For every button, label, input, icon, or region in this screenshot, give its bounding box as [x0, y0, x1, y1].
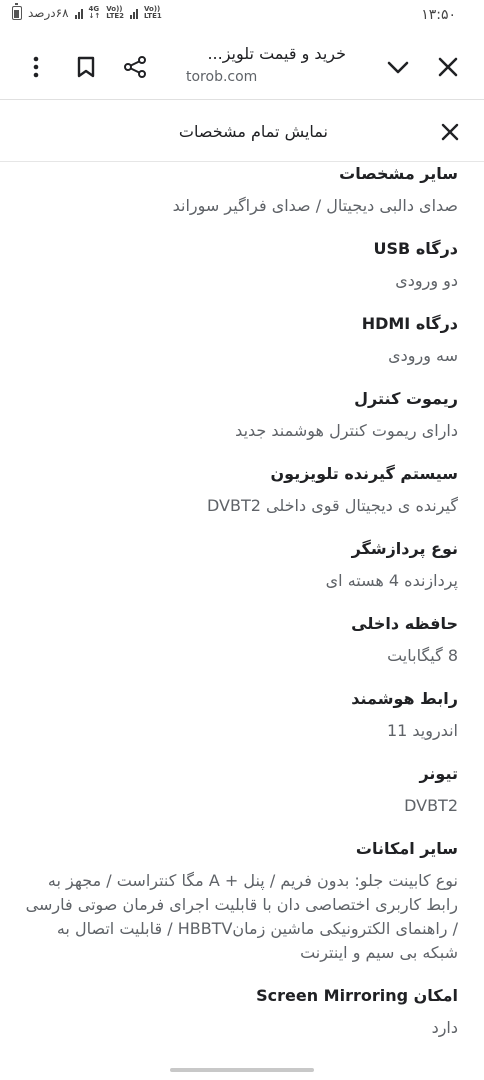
spec-label: ریموت کنترل	[354, 389, 458, 408]
bookmark-icon[interactable]	[68, 49, 104, 85]
spec-item: رابط هوشمند اندروید 11	[0, 687, 484, 743]
spec-label: درگاه USB	[373, 239, 458, 258]
spec-value: گیرنده ی دیجیتال قوی داخلی DVBT2	[207, 496, 458, 515]
spec-item: سیستم گیرنده تلویزیون گیرنده ی دیجیتال ق…	[0, 462, 484, 518]
status-bar: ۶۸درصد 4G ↓↑ Vo)) LTE2 Vo)) LTE1 ۱۳:۵۰	[0, 0, 484, 34]
status-left: ۶۸درصد 4G ↓↑ Vo)) LTE2 Vo)) LTE1	[12, 3, 162, 20]
spec-item: حافظه داخلی 8 گیگابایت	[0, 612, 484, 668]
spec-label: سیستم گیرنده تلویزیون	[270, 464, 458, 483]
more-vert-icon[interactable]	[18, 49, 54, 85]
specs-list: سایر مشخصات صدای دالبی دیجیتال / صدای فر…	[0, 162, 484, 1059]
spec-item: سایر امکانات نوع کابینت جلو: بدون فریم /…	[0, 837, 484, 965]
spec-item: سایر مشخصات صدای دالبی دیجیتال / صدای فر…	[0, 162, 484, 218]
spec-label: رابط هوشمند	[351, 689, 458, 708]
signal-icon	[130, 8, 138, 19]
spec-item: نوع پردازشگر پردازنده 4 هسته ای	[0, 537, 484, 593]
spec-item: درگاه USB دو ورودی	[0, 237, 484, 293]
close-icon[interactable]	[430, 49, 466, 85]
page-url: torob.com	[186, 69, 258, 85]
spec-value: دارای ریموت کنترل هوشمند جدید	[235, 421, 458, 440]
spec-label: تیونر	[419, 764, 458, 783]
spec-value: نوع کابینت جلو: بدون فریم / پنل + A مگا …	[25, 871, 458, 962]
spec-item: درگاه HDMI سه ورودی	[0, 312, 484, 368]
close-panel-icon[interactable]	[432, 114, 468, 150]
spec-item: ریموت کنترل دارای ریموت کنترل هوشمند جدی…	[0, 387, 484, 443]
spec-label: سایر مشخصات	[339, 164, 458, 183]
volte-lte2-icon: Vo)) LTE2	[106, 5, 124, 20]
signal-icon	[74, 8, 83, 19]
gesture-bar	[0, 1062, 484, 1080]
spec-label: حافظه داخلی	[351, 614, 458, 633]
spec-value: اندروید 11	[386, 721, 458, 740]
page-title: خرید و قیمت تلویز...	[207, 44, 346, 63]
network-4g-icon: 4G ↓↑	[88, 5, 101, 20]
spec-value: دو ورودی	[395, 271, 458, 290]
specs-panel-header: نمایش تمام مشخصات	[0, 100, 484, 162]
home-gesture-handle[interactable]	[170, 1068, 314, 1072]
share-icon[interactable]	[117, 49, 153, 85]
spec-item: امکان Screen Mirroring دارد	[0, 984, 484, 1040]
spec-label: سایر امکانات	[355, 839, 458, 858]
spec-value: پردازنده 4 هسته ای	[325, 571, 458, 590]
spec-value: DVBT2	[404, 796, 458, 815]
spec-label: درگاه HDMI	[361, 314, 458, 333]
spec-value: سه ورودی	[388, 346, 458, 365]
page-title-block[interactable]: خرید و قیمت تلویز... torob.com	[186, 44, 346, 85]
spec-item: تیونر DVBT2	[0, 762, 484, 818]
spec-label: نوع پردازشگر	[351, 539, 458, 558]
spec-value: 8 گیگابایت	[387, 646, 458, 665]
volte-lte1-icon: Vo)) LTE1	[144, 5, 162, 20]
battery-text: ۶۸درصد	[28, 6, 69, 20]
spec-value: صدای دالبی دیجیتال / صدای فراگیر سوراند	[172, 196, 458, 215]
battery-icon	[12, 3, 22, 20]
panel-title: نمایش تمام مشخصات	[178, 122, 328, 141]
clock: ۱۳:۵۰	[421, 7, 456, 23]
spec-value: دارد	[431, 1018, 458, 1037]
chevron-down-icon[interactable]	[380, 49, 416, 85]
spec-label: امکان Screen Mirroring	[256, 986, 458, 1005]
browser-toolbar: خرید و قیمت تلویز... torob.com	[0, 34, 484, 100]
